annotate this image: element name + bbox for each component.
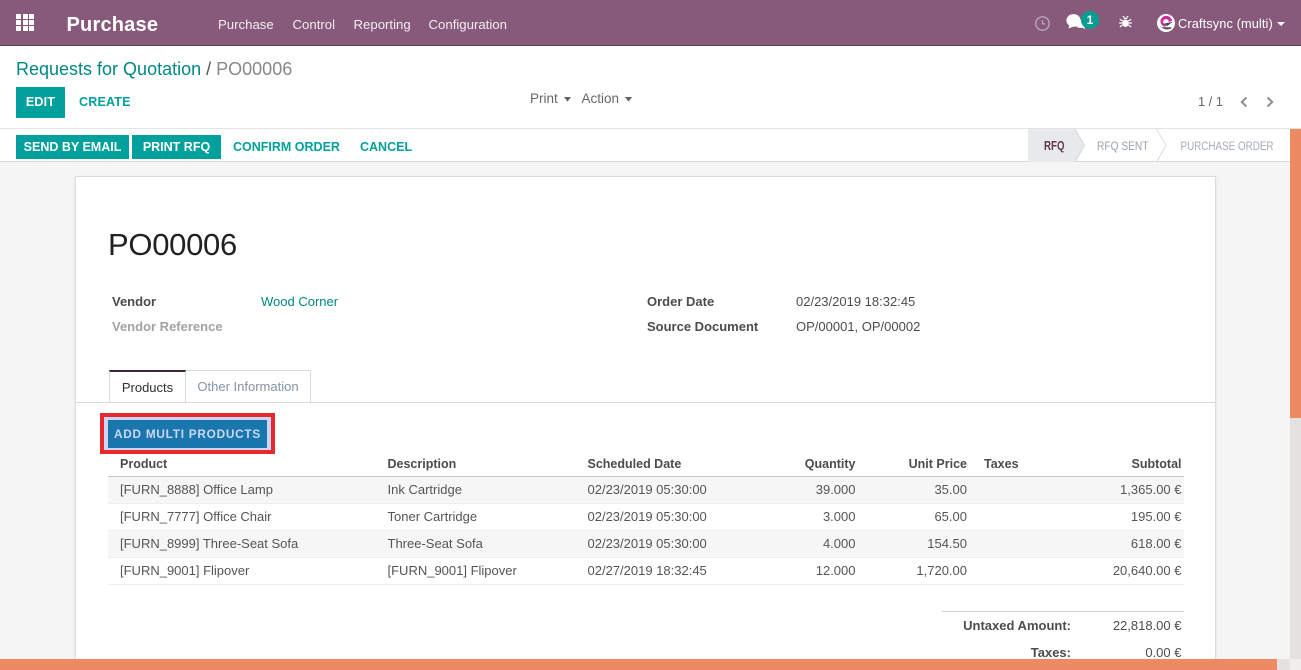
svg-text:PURCHASE ORDER: PURCHASE ORDER [1181, 139, 1274, 153]
svg-text:RFQ SENT: RFQ SENT [1097, 139, 1149, 153]
svg-text:RFQ: RFQ [1044, 139, 1065, 153]
